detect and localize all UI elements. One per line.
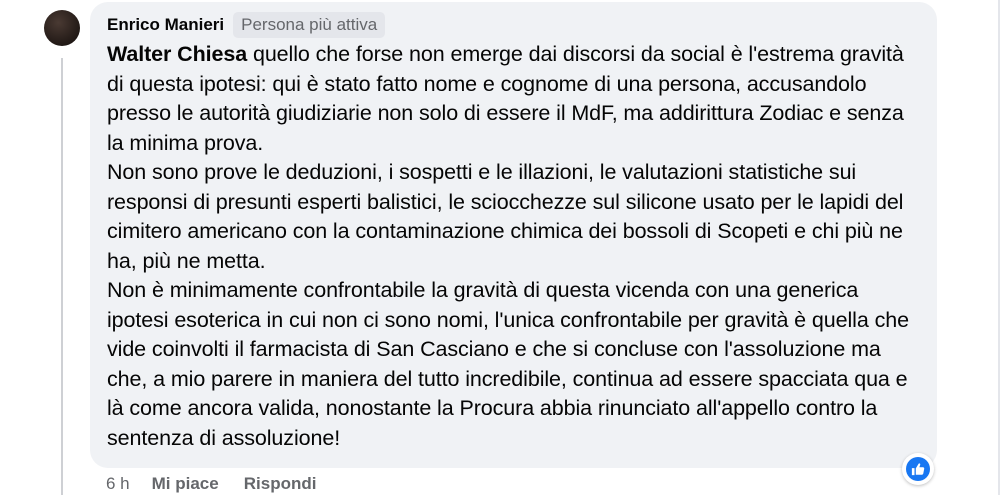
comment-bubble: Enrico Manieri Persona più attiva Walter… [90,2,937,468]
comment-paragraph: Walter Chiesa quello che forse non emerg… [107,40,921,158]
mention-tag[interactable]: Walter Chiesa [107,42,247,66]
like-button[interactable]: Mi piace [152,474,219,494]
thread-line [61,58,63,495]
reply-button[interactable]: Rispondi [244,474,317,494]
comment-header: Enrico Manieri Persona più attiva [107,12,921,38]
comment-actions: 6 h Mi piace Rispondi [106,474,341,494]
comment-author[interactable]: Enrico Manieri [107,15,224,35]
comment-paragraph: Non è minimamente confrontabile la gravi… [107,278,909,450]
reaction-summary[interactable] [902,453,934,485]
comment-timestamp[interactable]: 6 h [106,474,130,494]
comment-paragraph: Non sono prove le deduzioni, i sospetti … [107,160,904,273]
avatar[interactable] [44,10,80,46]
comment-body: Walter Chiesa quello che forse non emerg… [107,40,921,453]
status-badge: Persona più attiva [233,12,386,38]
like-icon [906,457,930,481]
